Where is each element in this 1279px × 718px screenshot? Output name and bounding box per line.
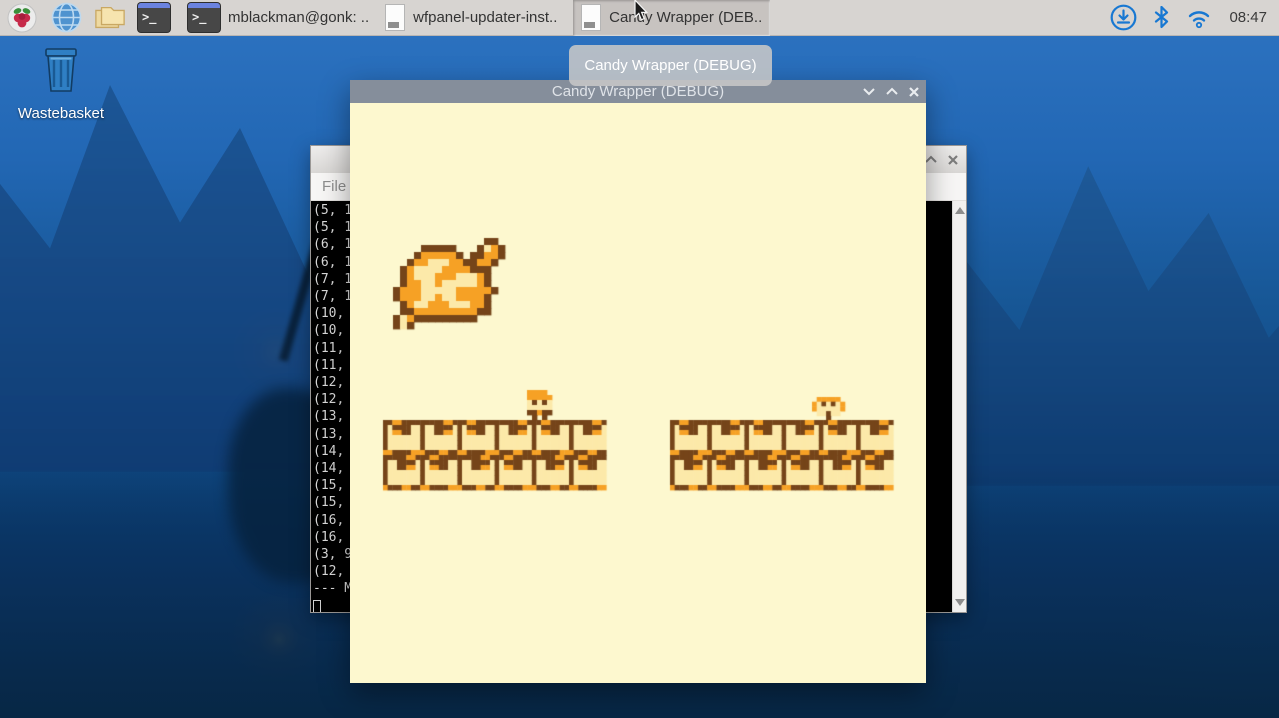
game-window: Candy Wrapper (DEBUG) [350, 80, 926, 683]
close-icon[interactable] [908, 86, 920, 98]
bluetooth-icon[interactable] [1154, 6, 1169, 30]
taskbar-window-label: wfpanel-updater-inst.. [413, 9, 557, 26]
scroll-up-icon[interactable] [955, 207, 965, 214]
scroll-down-icon[interactable] [955, 599, 965, 606]
terminal-icon: >_ [138, 3, 170, 32]
raspberry-icon [7, 3, 37, 33]
terminal-launcher-button[interactable]: >_ [138, 2, 170, 34]
taskbar-window-terminal[interactable]: >_ mblackman@gonk: .. [180, 0, 377, 36]
menu-button[interactable] [6, 2, 38, 34]
folder-icon [94, 4, 126, 32]
terminal-icon: >_ [188, 3, 220, 32]
game-canvas[interactable] [350, 103, 926, 683]
desktop-icon-wastebasket[interactable]: Wastebasket [8, 46, 114, 122]
file-manager-button[interactable] [94, 2, 126, 34]
game-viewport [350, 103, 926, 683]
close-icon[interactable] [947, 154, 959, 166]
terminal-scrollbar[interactable] [952, 201, 966, 612]
taskbar-window-label: Candy Wrapper (DEB.. [609, 9, 762, 26]
taskbar-window-wfpanel[interactable]: wfpanel-updater-inst.. [377, 0, 573, 36]
tooltip-text: Candy Wrapper (DEBUG) [584, 57, 756, 74]
globe-icon [51, 2, 82, 33]
terminal-cursor [313, 600, 321, 612]
desktop-icon-label: Wastebasket [8, 105, 114, 122]
file-icon [581, 4, 601, 31]
browser-button[interactable] [50, 2, 82, 34]
taskbar-window-label: mblackman@gonk: .. [228, 9, 369, 26]
taskbar-window-candy-wrapper[interactable]: Candy Wrapper (DEB.. [573, 0, 770, 36]
wastebasket-icon [38, 46, 84, 94]
maximize-icon[interactable] [924, 154, 938, 165]
clock: 08:47 [1229, 9, 1267, 26]
screen: Wastebasket File (5, 1(5, 1(6, 1(6, 1(7,… [0, 0, 1279, 718]
taskbar-tooltip: Candy Wrapper (DEBUG) [569, 45, 772, 86]
mouse-cursor [634, 0, 650, 22]
wifi-icon[interactable] [1186, 7, 1212, 29]
file-icon [385, 4, 405, 31]
updater-icon[interactable] [1110, 4, 1137, 31]
minimize-icon[interactable] [862, 86, 876, 97]
maximize-icon[interactable] [885, 86, 899, 97]
menu-file[interactable]: File [322, 178, 346, 195]
